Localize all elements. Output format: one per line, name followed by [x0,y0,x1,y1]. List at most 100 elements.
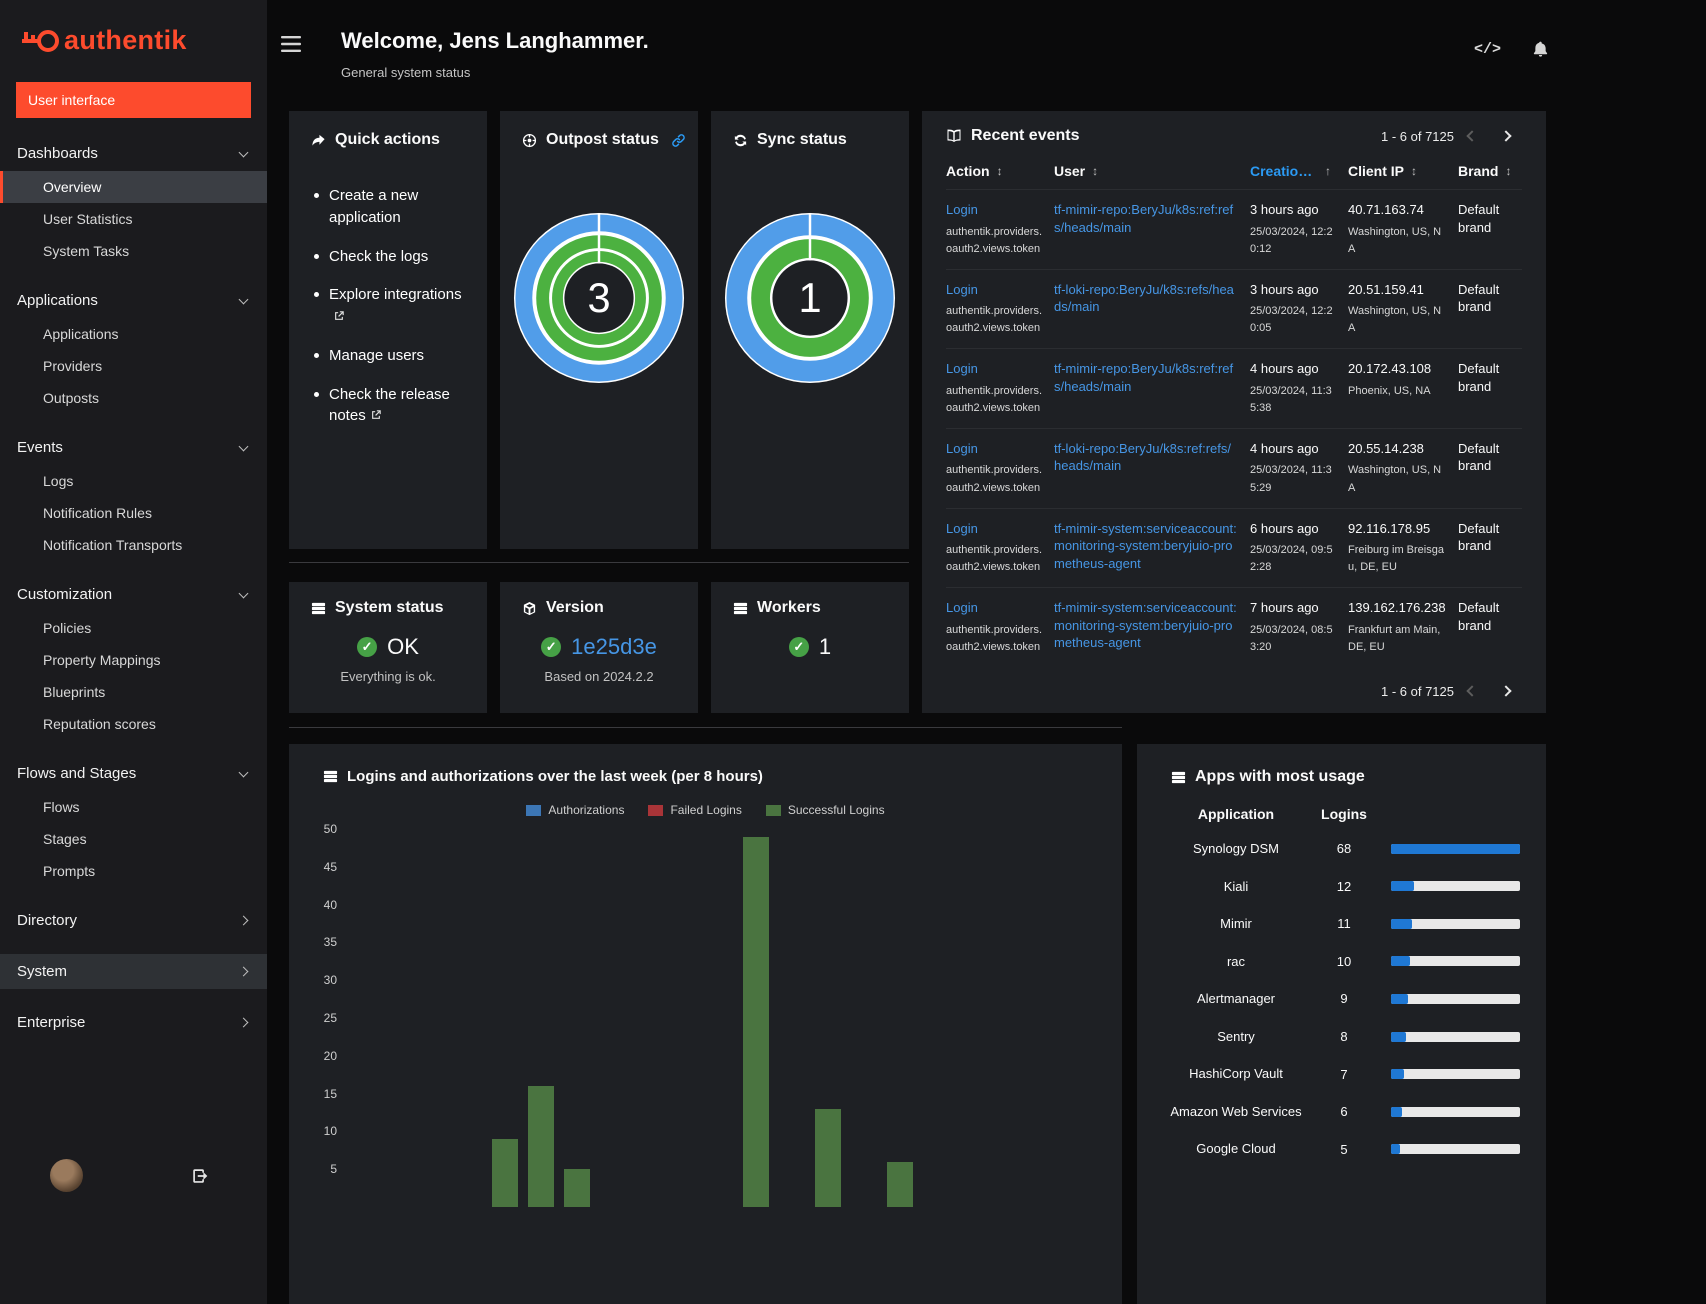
version-value-link[interactable]: 1e25d3e [571,634,657,660]
event-action-link[interactable]: Login [946,282,978,297]
event-client-location: Freiburg im Breisgau, DE, EU [1348,544,1444,574]
event-user-link[interactable]: tf-mimir-repo:BeryJu/k8s:ref:refs/heads/… [1054,202,1233,235]
sidebar-item-reputation-scores[interactable]: Reputation scores [0,708,267,740]
event-brand-cell: Default brand [1458,520,1522,577]
sidebar-item-policies[interactable]: Policies [0,612,267,644]
legend-item-successful-logins[interactable]: Successful Logins [765,803,885,817]
quick-action-label: Check the release notes [329,385,450,425]
progress-fill [1391,956,1410,967]
sidebar-item-blueprints[interactable]: Blueprints [0,676,267,708]
sidebar-section-header-enterprise[interactable]: Enterprise [0,1005,267,1040]
sidebar-item-flows[interactable]: Flows [0,791,267,823]
event-time-relative: 3 hours ago [1250,281,1319,297]
progress-fill [1391,993,1409,1004]
user-interface-button[interactable]: User interface [16,82,251,118]
column-header-brand[interactable]: Brand ↕ [1458,163,1522,179]
y-axis-label: 35 [323,935,337,950]
column-header-action[interactable]: Action ↕ [946,163,1054,179]
sidebar-item-overview[interactable]: Overview [0,171,267,203]
quick-action-check-the-release-notes[interactable]: Check the release notes [313,384,469,428]
pagination-next-button[interactable] [1490,128,1522,144]
sidebar-section-header-directory[interactable]: Directory [0,903,267,938]
table-row: Login authentik.providers.oauth2.views.to… [946,270,1522,350]
app-usage-progress [1391,993,1520,1004]
column-header-client-ip[interactable]: Client IP ↕ [1348,163,1458,179]
event-action-link[interactable]: Login [946,600,978,615]
event-time-absolute: 25/03/2024, 11:35:38 [1250,384,1332,414]
column-header-user[interactable]: User ↕ [1054,163,1250,179]
legend-item-authorizations[interactable]: Authorizations [526,803,624,817]
app-name: Google Cloud [1196,1141,1276,1157]
menu-icon[interactable] [281,36,301,52]
app-logins-count: 10 [1336,953,1352,969]
pagination-next-button[interactable] [1490,683,1522,699]
header-icons: </> [1474,40,1550,59]
logo-text: authentik [64,25,187,55]
pagination-label: 1 - 6 of 7125 [1381,683,1454,699]
quick-action-manage-users[interactable]: Manage users [313,345,469,367]
sidebar-item-user-statistics[interactable]: User Statistics [0,203,267,235]
sidebar-item-prompts[interactable]: Prompts [0,855,267,887]
sidebar-item-system-tasks[interactable]: System Tasks [0,235,267,267]
legend-item-failed-logins[interactable]: Failed Logins [648,803,742,817]
event-action-detail: authentik.providers.oauth2.views.token [946,384,1042,414]
event-user-cell: tf-mimir-system:serviceaccount:monitorin… [1054,520,1250,577]
event-user-link[interactable]: tf-loki-repo:BeryJu/k8s:refs/heads/main [1054,282,1234,315]
event-action-link[interactable]: Login [946,202,978,217]
sidebar-section-header-system[interactable]: System [0,954,267,989]
sidebar-section-header-events[interactable]: Events [0,430,267,465]
chevron-down-icon [238,441,249,452]
event-action-link[interactable]: Login [946,441,978,456]
event-user-link[interactable]: tf-mimir-system:serviceaccount:monitorin… [1054,600,1237,650]
sidebar-section-header-applications[interactable]: Applications [0,283,267,318]
sidebar-item-stages[interactable]: Stages [0,823,267,855]
sort-icon[interactable]: ↕ [1411,164,1417,178]
sidebar-item-notification-rules[interactable]: Notification Rules [0,497,267,529]
check-circle-icon: ✓ [788,637,809,657]
sidebar-item-property-mappings[interactable]: Property Mappings [0,644,267,676]
quick-action-create-a-new-application[interactable]: Create a new application [313,185,469,229]
sidebar-section-header-customization[interactable]: Customization [0,577,267,612]
page-header: Welcome, Jens Langhammer. General system… [267,0,1706,88]
event-time-absolute: 25/03/2024, 08:53:20 [1250,623,1333,653]
quick-action-explore-integrations[interactable]: Explore integrations [313,284,469,328]
event-user-link[interactable]: tf-mimir-system:serviceaccount:monitorin… [1054,521,1237,571]
sign-out-icon[interactable] [191,1167,209,1185]
event-brand: Default brand [1458,600,1500,633]
sidebar-section-header-dashboards[interactable]: Dashboards [0,136,267,171]
column-header-creation-date[interactable]: Creation date ↑ [1250,163,1348,179]
app-logins-count: 12 [1336,878,1352,894]
sidebar-item-notification-transports[interactable]: Notification Transports [0,529,267,561]
outpost-status-title: Outpost status [546,131,659,148]
event-creation-cell: 3 hours ago 25/03/2024, 12:20:05 [1250,281,1348,338]
api-icon[interactable]: </> [1474,41,1501,58]
sidebar-item-applications[interactable]: Applications [0,318,267,350]
pagination-prev-button[interactable] [1456,683,1488,699]
event-creation-cell: 4 hours ago 25/03/2024, 11:35:29 [1250,440,1348,497]
event-action-link[interactable]: Login [946,521,978,536]
sort-icon[interactable]: ↕ [1505,164,1511,178]
sidebar-item-logs[interactable]: Logs [0,465,267,497]
sidebar-item-providers[interactable]: Providers [0,350,267,382]
link-icon[interactable] [671,133,686,148]
sidebar-item-outposts[interactable]: Outposts [0,382,267,414]
chart-icon [323,769,338,784]
pagination-prev-button[interactable] [1456,128,1488,144]
check-circle-icon: ✓ [541,637,562,657]
sidebar-section-header-flows-and-stages[interactable]: Flows and Stages [0,756,267,791]
bell-icon[interactable] [1531,40,1550,59]
avatar[interactable] [50,1159,83,1192]
quick-action-check-the-logs[interactable]: Check the logs [313,246,469,268]
event-user-link[interactable]: tf-loki-repo:BeryJu/k8s:ref:refs/heads/m… [1054,441,1231,474]
app-name: Amazon Web Services [1170,1103,1302,1119]
sidebar-section-items: Logs Notification Rules Notification Trans… [0,465,267,561]
sort-icon[interactable]: ↕ [1092,164,1098,178]
app-name: Sentry [1217,1028,1255,1044]
sorted-asc-icon[interactable]: ↑ [1325,164,1331,178]
event-time-relative: 4 hours ago [1250,361,1319,377]
event-user-link[interactable]: tf-mimir-repo:BeryJu/k8s:ref:refs/heads/… [1054,361,1233,394]
event-action-link[interactable]: Login [946,361,978,376]
sort-icon[interactable]: ↕ [997,164,1003,178]
authentik-logo[interactable]: authentik [0,0,267,72]
event-action-detail: authentik.providers.oauth2.views.token [946,225,1042,255]
